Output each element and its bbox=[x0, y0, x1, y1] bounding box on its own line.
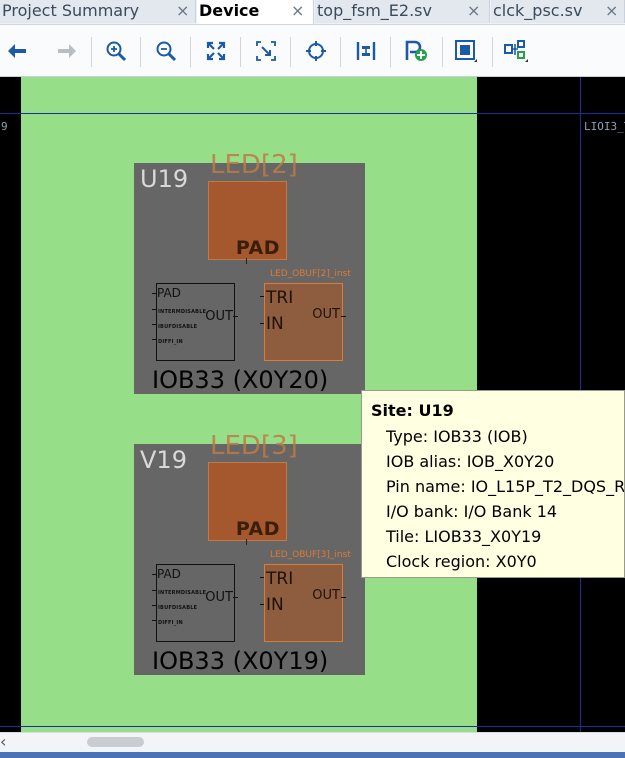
tab-device[interactable]: Device × bbox=[197, 0, 314, 24]
pin-label: IN bbox=[266, 314, 284, 334]
pin-label: PAD bbox=[157, 286, 181, 300]
tab-label: top_fsm_E2.sv bbox=[317, 1, 432, 20]
tab-clck-psc[interactable]: clck_psc.sv × bbox=[491, 0, 625, 23]
tab-label: Device bbox=[199, 1, 260, 20]
fixed-cells-icon[interactable] bbox=[453, 38, 479, 64]
input-buffer-cell[interactable]: PAD INTERMDISABLE IBUFDISABLE DIFFI_IN O… bbox=[156, 283, 235, 361]
input-buffer-cell[interactable]: PAD INTERMDISABLE IBUFDISABLE DIFFI_IN O… bbox=[156, 564, 235, 642]
zoom-in-icon[interactable] bbox=[103, 38, 129, 64]
site-name: V19 bbox=[140, 446, 187, 474]
tab-top-fsm[interactable]: top_fsm_E2.sv × bbox=[315, 0, 490, 23]
pin-stub bbox=[341, 316, 346, 317]
device-toolbar bbox=[0, 24, 625, 77]
toolbar-separator bbox=[140, 37, 141, 67]
site-type-label: IOB33 (X0Y20) bbox=[152, 366, 329, 394]
pad-stem bbox=[246, 539, 247, 545]
site-tooltip: Site: U19 Type: IOB33 (IOB) IOB alias: I… bbox=[361, 390, 625, 578]
io-site-u19[interactable]: U19 PAD LED[2] PAD INTERMDISABLE IBUFDIS… bbox=[134, 150, 365, 394]
io-site-v19[interactable]: V19 PAD LED[3] PAD INTERMDISABLE IBUFDIS… bbox=[134, 431, 365, 675]
add-pblock-icon[interactable] bbox=[403, 38, 429, 64]
toolbar-separator bbox=[91, 37, 92, 67]
crosshair-icon[interactable] bbox=[303, 38, 329, 64]
toolbar-separator bbox=[240, 37, 241, 67]
pin-label: IBUFDISABLE bbox=[158, 605, 198, 611]
tooltip-row: IOB alias: IOB_X0Y20 bbox=[386, 452, 555, 471]
site-type-label: IOB33 (X0Y19) bbox=[152, 647, 329, 675]
toolbar-separator bbox=[492, 37, 493, 67]
tab-project-summary[interactable]: Project Summary × bbox=[0, 0, 196, 23]
pin-label: DIFFI_IN bbox=[158, 339, 183, 345]
pad-cell[interactable]: PAD bbox=[208, 181, 287, 260]
pin-label: INTERMDISABLE bbox=[158, 590, 207, 596]
pin-label: OUT bbox=[312, 588, 340, 603]
tile-label-right: LIOI3_T bbox=[584, 120, 625, 133]
pad-stem bbox=[246, 258, 247, 264]
tooltip-row: Tile: LIOB33_X0Y19 bbox=[386, 527, 542, 546]
tooltip-row: Type: IOB33 (IOB) bbox=[386, 427, 528, 446]
toolbar-separator bbox=[190, 37, 191, 67]
pad-label: PAD bbox=[235, 518, 280, 540]
pad-cell[interactable]: PAD bbox=[208, 462, 287, 541]
forward-arrow-icon[interactable] bbox=[54, 38, 80, 64]
tile-boundary-line bbox=[0, 113, 625, 114]
tooltip-row: I/O bank: I/O Bank 14 bbox=[386, 502, 558, 521]
pin-label: TRI bbox=[266, 569, 294, 589]
tooltip-row: Pin name: IO_L15P_T2_DQS_RDWR_B_14 bbox=[386, 477, 625, 496]
pin-stub bbox=[341, 597, 346, 598]
back-arrow-icon[interactable] bbox=[4, 38, 30, 64]
pin-label: IN bbox=[266, 595, 284, 615]
output-buffer-cell[interactable]: TRI IN OUT bbox=[264, 564, 343, 642]
toolbar-separator bbox=[390, 37, 391, 67]
pin-label: OUT bbox=[312, 307, 340, 322]
close-icon[interactable]: × bbox=[176, 0, 189, 21]
pin-label: DIFFI_IN bbox=[158, 620, 183, 626]
tooltip-title: Site: U19 bbox=[371, 401, 454, 420]
tab-label: Project Summary bbox=[2, 1, 140, 20]
pin-label: IBUFDISABLE bbox=[158, 324, 198, 330]
scrollbar-thumb[interactable] bbox=[87, 737, 144, 747]
instance-name: LED_OBUF[2]_inst bbox=[270, 269, 351, 279]
zoom-fit-icon[interactable] bbox=[203, 38, 229, 64]
pin-label: INTERMDISABLE bbox=[158, 309, 207, 315]
autofit-icon[interactable] bbox=[503, 38, 529, 64]
output-buffer-cell[interactable]: TRI IN OUT bbox=[264, 283, 343, 361]
pin-label: TRI bbox=[266, 288, 294, 308]
zoom-out-icon[interactable] bbox=[153, 38, 179, 64]
net-name: LED[2] bbox=[210, 150, 298, 180]
tile-label-left: 9 bbox=[1, 120, 8, 133]
toolbar-separator bbox=[442, 37, 443, 67]
pin-label: OUT bbox=[205, 309, 233, 324]
instance-name: LED_OBUF[3]_inst bbox=[270, 550, 351, 560]
zoom-selection-icon[interactable] bbox=[253, 38, 279, 64]
scroll-left-icon[interactable]: ‹ bbox=[0, 733, 6, 751]
horizontal-scrollbar[interactable]: ‹ bbox=[0, 732, 625, 752]
site-name: U19 bbox=[140, 165, 189, 193]
net-name: LED[3] bbox=[210, 431, 298, 461]
pin-stub bbox=[233, 597, 238, 598]
pin-stub bbox=[233, 316, 238, 317]
toolbar-separator bbox=[290, 37, 291, 67]
editor-tab-bar: Project Summary × Device × top_fsm_E2.sv… bbox=[0, 0, 625, 24]
close-icon[interactable]: × bbox=[605, 0, 618, 21]
tab-label: clck_psc.sv bbox=[493, 1, 583, 20]
pad-label: PAD bbox=[235, 237, 280, 259]
tile-boundary-line bbox=[0, 726, 625, 727]
route-icon[interactable] bbox=[353, 38, 379, 64]
toolbar-separator bbox=[340, 37, 341, 67]
close-icon[interactable]: × bbox=[291, 0, 304, 21]
tooltip-row: Clock region: X0Y0 bbox=[386, 552, 537, 571]
status-strip bbox=[0, 752, 625, 758]
pin-label: PAD bbox=[157, 567, 181, 581]
pin-label: OUT bbox=[205, 590, 233, 605]
close-icon[interactable]: × bbox=[467, 0, 480, 21]
